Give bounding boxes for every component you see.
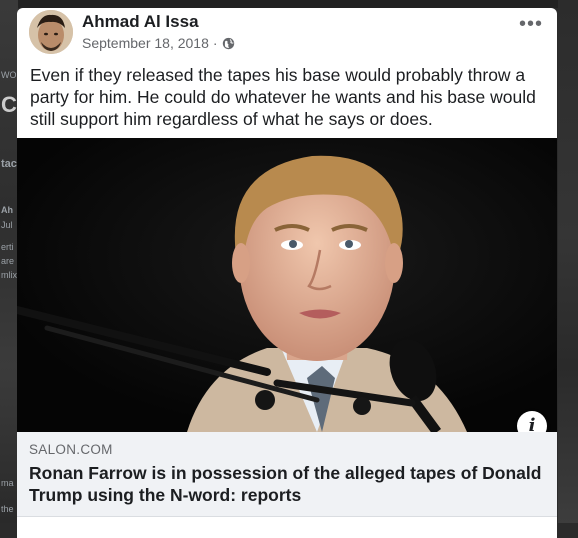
avatar-image [29,10,73,54]
bg-fragment: are [1,256,15,266]
link-headline[interactable]: Ronan Farrow is in possession of the all… [29,462,544,506]
link-preview-box[interactable]: SALON.COM Ronan Farrow is in possession … [17,432,557,517]
more-options-button[interactable]: ••• [519,14,543,34]
bg-fragment: Ah [1,205,13,215]
meta-separator: · [212,35,218,51]
avatar[interactable] [29,10,73,54]
post-card: Ahmad Al Issa September 18, 2018 · ••• E… [17,8,557,538]
link-domain: SALON.COM [29,442,113,457]
bg-fragment: erti [1,242,14,252]
bg-fragment: ma [1,478,14,488]
bg-fragment: Jul [1,220,13,230]
bg-fragment: C [1,92,17,117]
background-top [0,0,578,8]
author-name[interactable]: Ahmad Al Issa [82,12,199,32]
bg-fragment: the [1,504,14,514]
background-left-fragments: WO C tac Ah Jul erti are mlix ma the [0,0,18,523]
globe-icon [222,37,234,49]
post-date[interactable]: September 18, 2018 [82,35,209,51]
bg-fragment: mlix [1,270,17,280]
background-right [558,0,578,523]
post-meta: September 18, 2018 · [82,35,235,51]
post-text: Even if they released the tapes his base… [30,65,536,129]
bg-fragment: tac [1,158,17,170]
speaker-photo [17,138,557,432]
bg-fragment: WO [1,70,17,80]
link-preview-image[interactable]: i [17,138,557,432]
